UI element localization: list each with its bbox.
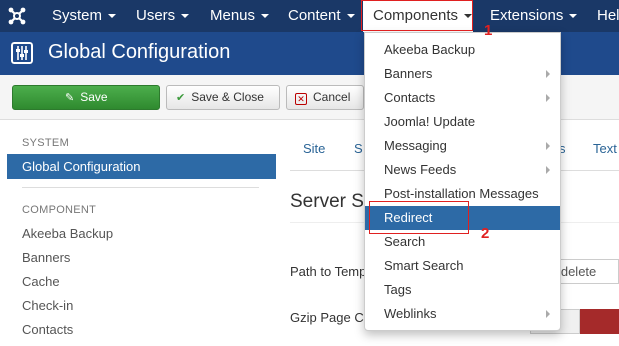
sidebar-item-check-in[interactable]: Check-in (22, 298, 73, 313)
menu-item-label: Tags (384, 282, 412, 297)
nav-menus-label: Menus (210, 7, 256, 24)
menu-item-label: News Feeds (384, 162, 457, 177)
menu-item-label: Banners (384, 66, 433, 81)
save-close-label: Save & Close (191, 90, 264, 104)
tab-site[interactable]: Site (303, 141, 325, 156)
menu-item-news-feeds[interactable]: News Feeds (365, 158, 560, 182)
tab-system[interactable]: S (354, 141, 363, 156)
sidebar-heading-component: COMPONENT (22, 204, 97, 216)
annotation-number-1: 1 (484, 22, 493, 39)
caret-down-icon (108, 14, 117, 19)
components-dropdown-menu: Akeeba Backup Banners Contacts Joomla! U… (364, 32, 561, 331)
menu-item-banners[interactable]: Banners (365, 62, 560, 86)
edit-icon: ✎ (65, 92, 75, 104)
submenu-arrow-icon (546, 166, 550, 174)
annotation-box-1 (361, 0, 473, 31)
nav-content-label: Content (288, 7, 341, 24)
nav-extensions-label: Extensions (490, 7, 564, 24)
menu-item-label: Joomla! Update (384, 114, 476, 129)
menu-item-label: Contacts (384, 90, 436, 105)
save-close-button[interactable]: ✔ Save & Close (166, 85, 280, 110)
nav-menus[interactable]: Menus (210, 0, 270, 32)
sliders-icon (11, 42, 33, 64)
submenu-arrow-icon (546, 310, 550, 318)
cancel-button[interactable]: ✕ Cancel (286, 85, 364, 110)
menu-item-joomla-update[interactable]: Joomla! Update (365, 110, 560, 134)
top-navbar: System Users Menus Content Components Ex… (0, 0, 619, 32)
section-heading: Server S (290, 191, 364, 212)
sidebar-heading-system: SYSTEM (22, 137, 70, 149)
nav-system-label: System (52, 7, 103, 24)
submenu-arrow-icon (546, 142, 550, 150)
save-button[interactable]: ✎ Save (12, 85, 160, 110)
menu-item-label: Smart Search (384, 258, 464, 273)
menu-item-weblinks[interactable]: Weblinks (365, 302, 560, 326)
sidebar-item-cache[interactable]: Cache (22, 274, 60, 289)
cancel-label: Cancel (313, 90, 351, 104)
caret-down-icon (261, 14, 270, 19)
submenu-arrow-icon (546, 94, 550, 102)
menu-item-label: Weblinks (384, 306, 437, 321)
caret-down-icon (569, 14, 578, 19)
menu-item-label: Akeeba Backup (384, 42, 476, 57)
menu-item-smart-search[interactable]: Smart Search (365, 254, 560, 278)
caret-down-icon (346, 14, 355, 19)
annotation-box-2 (369, 201, 469, 234)
nav-content[interactable]: Content (288, 0, 355, 32)
menu-item-tags[interactable]: Tags (365, 278, 560, 302)
nav-users[interactable]: Users (136, 0, 190, 32)
temp-path-label: Path to Temp (290, 264, 367, 279)
nav-users-label: Users (136, 7, 176, 24)
sidebar-item-akeeba-backup[interactable]: Akeeba Backup (22, 226, 113, 241)
gzip-toggle-no[interactable] (580, 309, 619, 334)
submenu-arrow-icon (546, 70, 550, 78)
save-button-label: Save (80, 90, 108, 104)
page-title: Global Configuration (48, 41, 231, 63)
caret-down-icon (181, 14, 190, 19)
menu-item-label: Messaging (384, 138, 447, 153)
menu-item-contacts[interactable]: Contacts (365, 86, 560, 110)
menu-item-label: Post-installation Messages (384, 186, 539, 201)
sidebar-item-global-configuration[interactable]: Global Configuration (7, 154, 276, 179)
annotation-number-2: 2 (481, 225, 490, 242)
sidebar-item-contacts[interactable]: Contacts (22, 322, 73, 337)
nav-help-label: Hel (597, 7, 619, 24)
menu-item-akeeba-backup[interactable]: Akeeba Backup (365, 38, 560, 62)
nav-system[interactable]: System (52, 0, 117, 32)
tab-text-filters[interactable]: Text (593, 141, 617, 156)
check-icon: ✔ (176, 92, 186, 104)
sidebar-divider (22, 187, 259, 188)
nav-help[interactable]: Hel (597, 0, 619, 32)
menu-item-messaging[interactable]: Messaging (365, 134, 560, 158)
menu-item-label: Search (384, 234, 426, 249)
gzip-label: Gzip Page C (290, 310, 364, 325)
nav-extensions[interactable]: Extensions (490, 0, 578, 32)
joomla-logo-icon[interactable] (7, 6, 27, 26)
sidebar-item-banners[interactable]: Banners (22, 250, 70, 265)
cancel-x-icon: ✕ (295, 93, 307, 105)
